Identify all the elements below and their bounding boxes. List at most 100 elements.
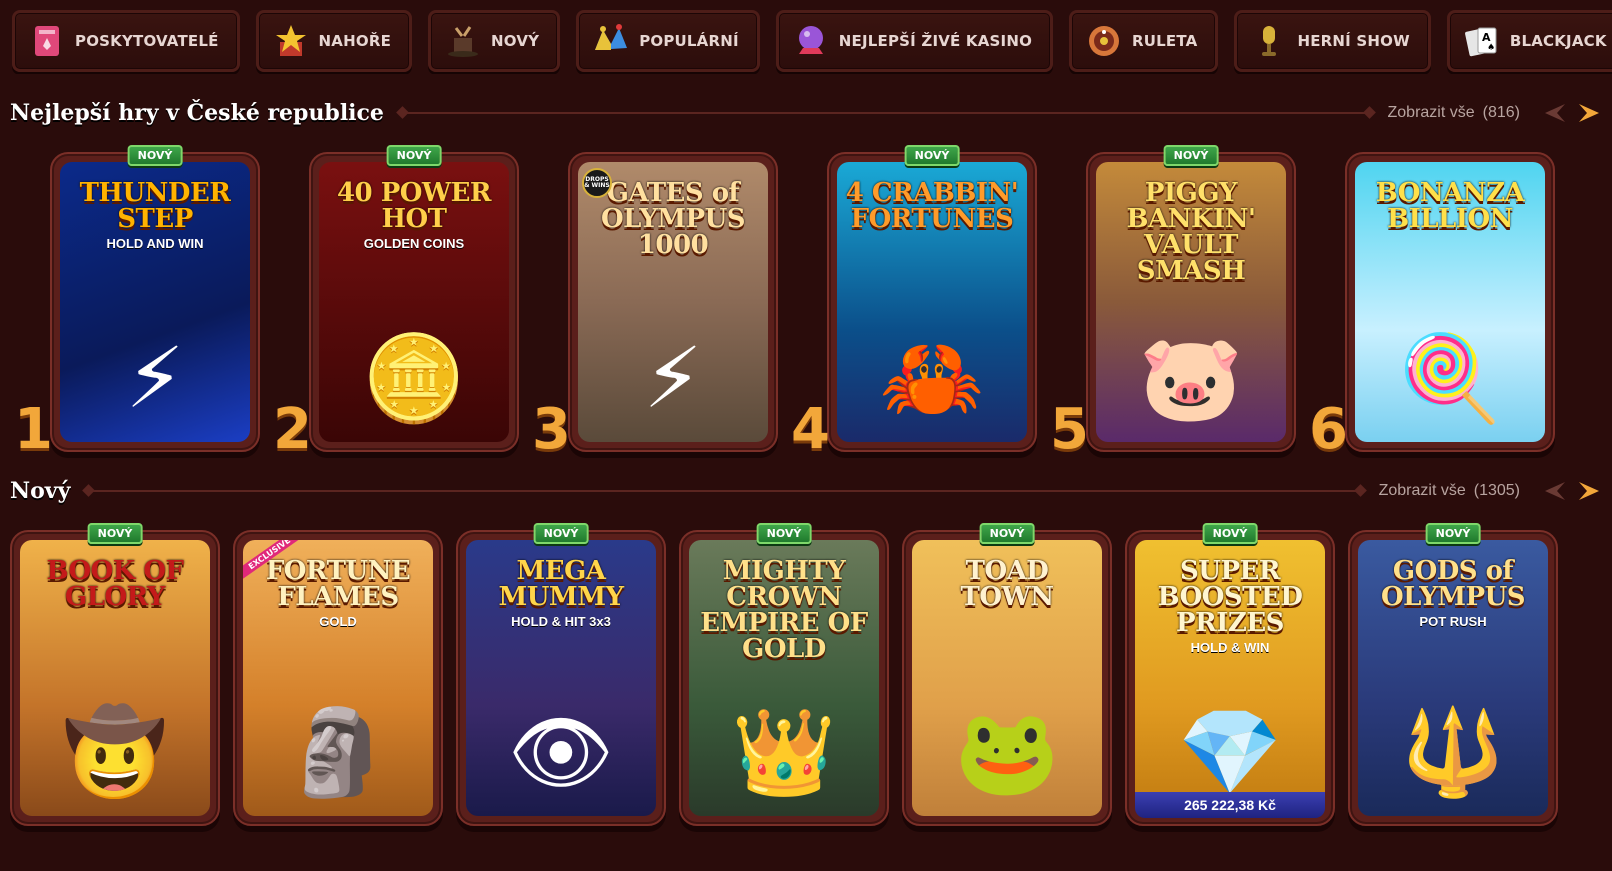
new-badge: Nový bbox=[1163, 145, 1219, 166]
game-thumbnail: TOAD TOWN 🐸 bbox=[912, 540, 1102, 816]
game-thumbnail: SUPER BOOSTED PRIZES HOLD & WIN 💎 bbox=[1135, 540, 1325, 816]
category-label: Herní show bbox=[1297, 32, 1410, 50]
cards-icon: A ♠ bbox=[1464, 23, 1500, 59]
top-game-item: Nový PIGGY BANKIN' VAULT SMASH 🐷 5 bbox=[1046, 145, 1308, 462]
new-badge: Nový bbox=[904, 145, 960, 166]
game-card[interactable]: Nový MIGHTY CROWN EMPIRE OF GOLD 👑 bbox=[679, 523, 889, 826]
game-subtitle: HOLD & HIT 3x3 bbox=[511, 614, 611, 629]
see-all-count: (816) bbox=[1482, 104, 1520, 121]
game-thumbnail: MEGA MUMMY HOLD & HIT 3x3 👁 bbox=[466, 540, 656, 816]
game-title: MEGA MUMMY bbox=[498, 556, 624, 612]
category-label: Nejlepší živé kasino bbox=[838, 32, 1033, 50]
game-artwork-icon: 🪙 bbox=[361, 329, 467, 427]
new-badge: Nový bbox=[1425, 523, 1481, 544]
game-card[interactable]: Nový TOAD TOWN 🐸 bbox=[902, 523, 1112, 826]
category-tab[interactable]: Populární bbox=[576, 10, 760, 72]
category-tab[interactable]: Nahoře bbox=[255, 10, 413, 72]
top-game-item: Nový 40 POWER HOT GOLDEN COINS 🪙 2 bbox=[269, 145, 531, 462]
rank-number: 2 bbox=[273, 397, 312, 462]
category-bar: Poskytovatelé Nahoře Nový Populární Nejlepší… bbox=[12, 10, 1612, 74]
rank-number: 6 bbox=[1309, 397, 1348, 462]
category-tab[interactable]: Nejlepší živé kasino bbox=[775, 10, 1054, 72]
game-artwork-icon: ⚡ bbox=[125, 329, 185, 427]
top-game-item: Nový THUNDER STEP HOLD AND WIN ⚡ 1 bbox=[10, 145, 272, 462]
category-tab[interactable]: Poskytovatelé bbox=[12, 10, 240, 72]
divider bbox=[401, 112, 1370, 114]
category-label: Nový bbox=[491, 32, 540, 50]
category-tab[interactable]: Herní show bbox=[1234, 10, 1431, 72]
game-subtitle: HOLD & WIN bbox=[1190, 640, 1270, 655]
game-artwork-icon: 💎 bbox=[1177, 703, 1283, 801]
game-card[interactable]: Nový BOOK OF GLORY 🤠 bbox=[10, 523, 220, 826]
game-card[interactable]: BONANZA BILLION 🍭 bbox=[1345, 152, 1555, 452]
rank-number: 4 bbox=[791, 397, 830, 462]
new-badge: Nový bbox=[1202, 523, 1258, 544]
game-title: BONANZA BILLION bbox=[1375, 178, 1525, 234]
see-all-count: (1305) bbox=[1473, 482, 1520, 499]
section-title: Nejlepší hry v České republice bbox=[10, 100, 384, 126]
game-card[interactable]: Nový PIGGY BANKIN' VAULT SMASH 🐷 bbox=[1086, 145, 1296, 452]
game-thumbnail: PIGGY BANKIN' VAULT SMASH 🐷 bbox=[1096, 162, 1286, 442]
category-tab[interactable]: A ♠ Blackjack bbox=[1446, 10, 1612, 72]
game-thumbnail: 4 CRABBIN' FORTUNES 🦀 bbox=[837, 162, 1027, 442]
category-label: Ruleta bbox=[1132, 32, 1198, 50]
roulette-icon bbox=[1086, 23, 1122, 59]
game-title: 4 CRABBIN' FORTUNES bbox=[845, 178, 1019, 234]
game-artwork-icon: 🔱 bbox=[1400, 703, 1506, 801]
game-thumbnail: BONANZA BILLION 🍭 bbox=[1355, 162, 1545, 442]
see-all-link[interactable]: Zobrazit vše (816) bbox=[1388, 104, 1521, 122]
game-thumbnail: MIGHTY CROWN EMPIRE OF GOLD 👑 bbox=[689, 540, 879, 816]
game-card[interactable]: Nový MEGA MUMMY HOLD & HIT 3x3 👁 bbox=[456, 523, 666, 826]
game-title: TOAD TOWN bbox=[960, 556, 1054, 612]
game-artwork-icon: 👁 bbox=[507, 703, 615, 801]
section-title: Nový bbox=[10, 478, 71, 504]
rank-number: 1 bbox=[14, 397, 53, 462]
game-title: MIGHTY CROWN EMPIRE OF GOLD bbox=[700, 556, 868, 664]
new-badge: Nový bbox=[386, 145, 442, 166]
game-title: PIGGY BANKIN' VAULT SMASH bbox=[1126, 178, 1256, 286]
book-icon bbox=[29, 23, 65, 59]
new-badge: Nový bbox=[127, 145, 183, 166]
game-artwork-icon: 🐷 bbox=[1138, 329, 1244, 427]
category-tab[interactable]: Nový bbox=[428, 10, 561, 72]
game-artwork-icon: 🍭 bbox=[1397, 329, 1503, 427]
game-card[interactable]: Nový 4 CRABBIN' FORTUNES 🦀 bbox=[827, 145, 1037, 452]
game-subtitle: GOLD bbox=[319, 614, 357, 629]
next-arrow-icon[interactable] bbox=[1576, 100, 1602, 126]
category-label: Blackjack bbox=[1509, 32, 1607, 50]
rank-number: 5 bbox=[1050, 397, 1089, 462]
game-thumbnail: GATES of OLYMPUS 1000 ⚡ DROPS & WINS bbox=[578, 162, 768, 442]
next-arrow-icon[interactable] bbox=[1576, 478, 1602, 504]
new-badge: Nový bbox=[87, 523, 143, 544]
game-artwork-icon: 🦀 bbox=[879, 329, 985, 427]
game-card[interactable]: Nový SUPER BOOSTED PRIZES HOLD & WIN 💎 265 2… bbox=[1125, 523, 1335, 826]
see-all-label: Zobrazit vše bbox=[1387, 104, 1475, 121]
svg-text:♠: ♠ bbox=[1487, 43, 1495, 53]
game-card[interactable]: FORTUNE FLAMES GOLD 🗿 EXCLUSIVE bbox=[233, 530, 443, 826]
game-artwork-icon: ⚡ bbox=[643, 329, 703, 427]
game-card[interactable]: Nový 40 POWER HOT GOLDEN COINS 🪙 bbox=[309, 145, 519, 452]
game-card[interactable]: Nový THUNDER STEP HOLD AND WIN ⚡ bbox=[50, 145, 260, 452]
game-artwork-icon: 👑 bbox=[731, 703, 837, 801]
top-games-row: Nový THUNDER STEP HOLD AND WIN ⚡ 1 Nový 40 POW… bbox=[10, 145, 1610, 462]
new-badge: Nový bbox=[979, 523, 1035, 544]
microphone-icon bbox=[1251, 23, 1287, 59]
jackpot-amount: 265 222,38 Kč bbox=[1135, 792, 1325, 818]
game-title: 40 POWER HOT bbox=[336, 178, 492, 234]
category-label: Nahoře bbox=[318, 32, 392, 50]
see-all-link[interactable]: Zobrazit vše (1305) bbox=[1379, 482, 1520, 500]
game-title: BOOK OF GLORY bbox=[46, 556, 184, 612]
game-card[interactable]: Nový GODS of OLYMPUS POT RUSH 🔱 bbox=[1348, 523, 1558, 826]
top-game-item: Nový 4 CRABBIN' FORTUNES 🦀 4 bbox=[787, 145, 1049, 462]
prev-arrow-icon[interactable] bbox=[1542, 100, 1568, 126]
top-game-item: GATES of OLYMPUS 1000 ⚡ DROPS & WINS 3 bbox=[528, 148, 790, 458]
new-games-header: Nový Zobrazit vše (1305) bbox=[10, 476, 1602, 506]
game-thumbnail: BOOK OF GLORY 🤠 bbox=[20, 540, 210, 816]
game-artwork-icon: 🤠 bbox=[62, 703, 168, 801]
prev-arrow-icon[interactable] bbox=[1542, 478, 1568, 504]
see-all-label: Zobrazit vše bbox=[1378, 482, 1466, 499]
game-subtitle: POT RUSH bbox=[1419, 614, 1487, 629]
category-tab[interactable]: Ruleta bbox=[1069, 10, 1219, 72]
game-card[interactable]: GATES of OLYMPUS 1000 ⚡ DROPS & WINS bbox=[568, 152, 778, 452]
game-title: GODS of OLYMPUS bbox=[1380, 556, 1526, 612]
